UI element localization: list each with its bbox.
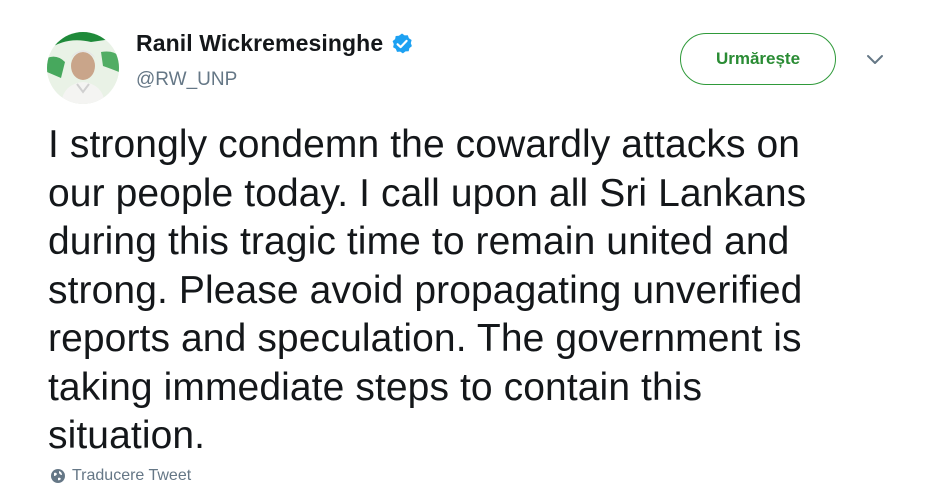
translate-label: Traducere Tweet xyxy=(72,467,192,484)
globe-icon xyxy=(50,468,66,484)
user-handle[interactable]: @RW_UNP xyxy=(136,69,237,91)
follow-button[interactable]: Urmărește xyxy=(680,33,836,85)
tweet-text: I strongly condemn the cowardly attacks … xyxy=(48,123,807,457)
display-name[interactable]: Ranil Wickremesinghe xyxy=(136,30,383,57)
verified-badge-icon xyxy=(390,32,414,56)
chevron-down-icon[interactable] xyxy=(864,52,886,68)
avatar[interactable] xyxy=(47,32,119,104)
translate-tweet-link[interactable]: Traducere Tweet xyxy=(50,467,191,485)
